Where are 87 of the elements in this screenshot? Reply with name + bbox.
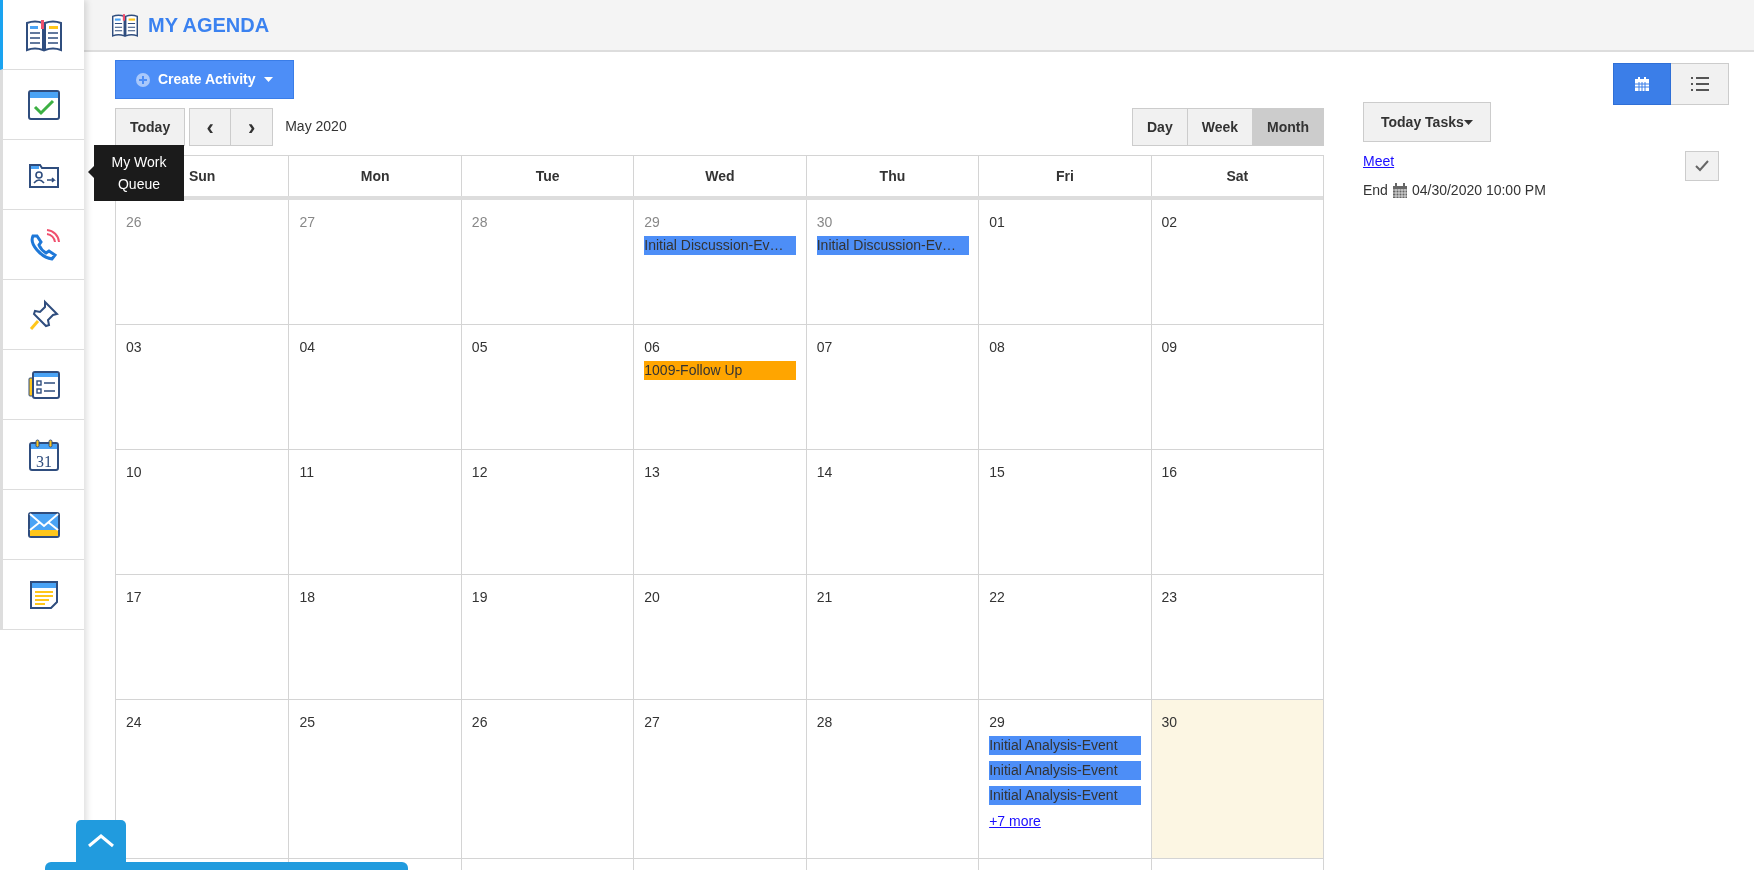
day-number: 16 [1161, 463, 1178, 482]
envelope-icon [26, 510, 61, 539]
scroll-up-button[interactable] [76, 820, 126, 862]
day-number: 27 [644, 713, 660, 732]
calendar-event[interactable]: 1009-Follow Up [644, 361, 797, 380]
day-number: 29 [644, 213, 660, 232]
day-number: 26 [471, 713, 488, 732]
day-number: 02 [1161, 213, 1178, 232]
day-number: 21 [816, 588, 833, 607]
day-number: 03 [126, 338, 142, 357]
day-number: 20 [644, 588, 660, 607]
end-label: End [1363, 181, 1388, 200]
weekday-header: Wed [705, 166, 735, 186]
weekday-header: Tue [535, 166, 560, 186]
day-number: 01 [989, 213, 1005, 232]
day-number: 04 [299, 338, 315, 357]
sidebar-item[interactable] [0, 280, 84, 350]
weekday-header: Mon [360, 166, 390, 186]
calendar-icon [1634, 76, 1650, 92]
sidebar-item[interactable] [0, 140, 84, 210]
sidebar-item[interactable] [0, 350, 84, 420]
next-button[interactable]: › [231, 108, 274, 146]
calendar-event[interactable]: Initial Discussion-Ev… [644, 236, 797, 255]
calendar-check-icon [26, 88, 61, 121]
day-number: 12 [471, 463, 488, 482]
sidebar-item[interactable] [0, 560, 84, 630]
caret-icon [263, 77, 273, 82]
day-number: 26 [126, 213, 142, 232]
calendar-event[interactable]: Initial Analysis-Event [989, 736, 1142, 755]
day-number: 30 [816, 213, 833, 232]
today-button[interactable]: Today [115, 108, 186, 146]
view-mode-button[interactable] [1613, 63, 1671, 105]
weekday-header: Sun [189, 166, 216, 186]
check-icon [1695, 160, 1709, 172]
day-number: 15 [989, 463, 1005, 482]
sidebar-item[interactable] [0, 70, 84, 140]
day-number: 11 [299, 463, 314, 482]
calendar-icon [1391, 183, 1408, 198]
day-number: 10 [126, 463, 142, 482]
weekday-header: Thu [879, 166, 906, 186]
day-number: 24 [126, 713, 142, 732]
sidebar-item[interactable] [0, 490, 84, 560]
tooltip: My Work Queue [94, 145, 184, 201]
day-number: 29 [989, 713, 1005, 732]
sidebar-item[interactable]: 31 [0, 420, 84, 490]
calendar-event[interactable]: Initial Discussion-Ev… [816, 236, 969, 255]
day-number: 08 [989, 338, 1005, 357]
task-link[interactable]: Meet [1363, 153, 1395, 169]
day-number: 27 [299, 213, 315, 232]
day-number: 14 [816, 463, 833, 482]
day-number: 17 [126, 588, 142, 607]
book-icon [110, 12, 140, 38]
day-number: 06 [644, 338, 660, 357]
day-number: 05 [471, 338, 488, 357]
list-icon [1690, 77, 1709, 91]
day-number: 28 [816, 713, 833, 732]
day-number: 19 [471, 588, 488, 607]
form-list-icon [26, 369, 61, 400]
day-number: 28 [471, 213, 488, 232]
calendar-event[interactable]: Initial Analysis-Event [989, 761, 1142, 780]
chevron-up-icon [87, 834, 115, 848]
sidebar-item[interactable] [0, 210, 84, 280]
plus-circle-icon [136, 72, 150, 87]
calendar-event[interactable]: Initial Analysis-Event [989, 786, 1142, 805]
caret-icon [1463, 119, 1473, 125]
end-date: 04/30/2020 10:00 PM [1411, 181, 1546, 200]
today-tasks-dropdown[interactable]: Today Tasks [1363, 102, 1491, 142]
more-link[interactable]: +7 more [989, 813, 1041, 829]
sidebar-item[interactable] [0, 0, 84, 70]
period-label: May 2020 [285, 117, 347, 136]
previous-button[interactable]: ‹ [189, 108, 232, 146]
view-tab[interactable]: Month [1253, 108, 1324, 146]
day-number: 09 [1161, 338, 1178, 357]
day-number: 13 [644, 463, 660, 482]
day-number: 07 [816, 338, 833, 357]
note-icon [27, 578, 60, 611]
day-number: 30 [1161, 713, 1178, 732]
complete-button[interactable] [1685, 151, 1719, 181]
weekday-header: Sat [1226, 166, 1249, 186]
weekday-header: Fri [1055, 166, 1074, 186]
view-tab[interactable]: Week [1187, 108, 1253, 146]
day-number: 18 [299, 588, 315, 607]
day-number: 23 [1161, 588, 1178, 607]
day-number: 25 [299, 713, 315, 732]
page-title: MY AGENDA [148, 13, 270, 38]
view-tab[interactable]: Day [1132, 108, 1188, 146]
day-number: 22 [989, 588, 1005, 607]
